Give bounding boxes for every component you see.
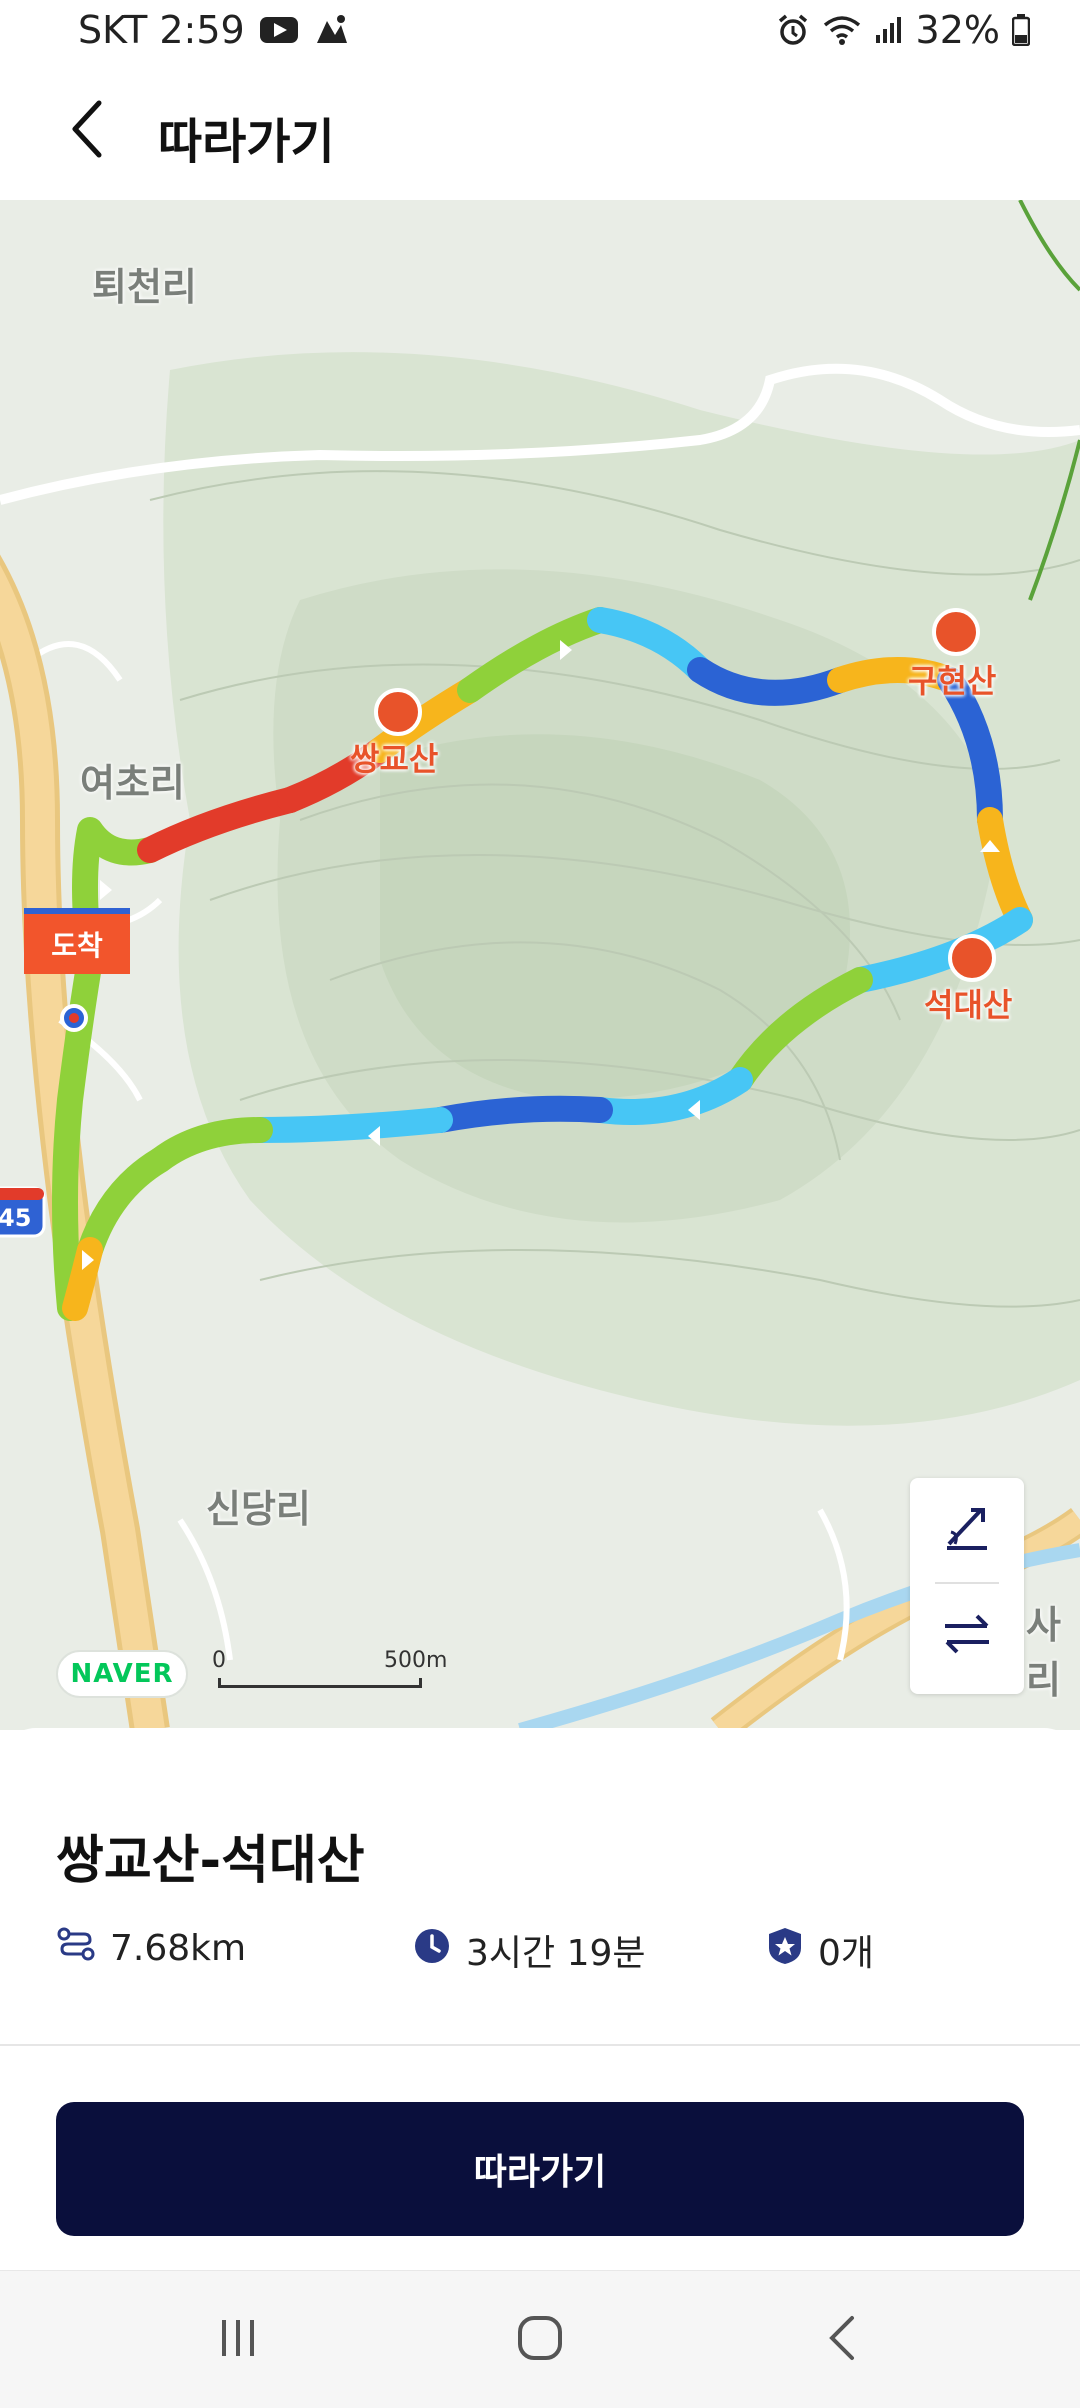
scale-zero: 0 [212,1648,226,1673]
system-back-button[interactable] [782,2305,902,2375]
youtube-icon [259,15,299,45]
status-carrier-time: SKT 2:59 [78,8,245,52]
alarm-icon [776,13,810,47]
home-icon [516,2314,564,2366]
back-icon [822,2314,862,2366]
status-left: SKT 2:59 [78,8,349,52]
place-label-sindang: 신당리 [206,1487,311,1531]
scale-label: 500m [384,1648,448,1673]
sheet-divider [0,2044,1080,2046]
duration-value: 3시간 19분 [466,1933,646,1974]
stat-distance: 7.68km [56,1924,246,1973]
recent-apps-icon [216,2316,260,2364]
recent-apps-button[interactable] [178,2305,298,2375]
badge-count: 0개 [818,1933,875,1974]
battery-percent: 32% [915,8,1000,52]
map-controls [910,1478,1024,1694]
distance-route-icon [56,1924,96,1973]
follow-button[interactable]: 따라가기 [56,2102,1024,2236]
peak-label-guhyeon: 구현산 [908,662,997,700]
route-info-sheet: 쌍교산-석대산 7.68km 3시간 19분 0개 따라가기 [0,1728,1080,2270]
stat-duration: 3시간 19분 [412,1924,646,1976]
app-header: 따라가기 [0,66,1080,200]
app-notification-icon [313,13,349,47]
chevron-left-icon [67,99,107,163]
stat-badges: 0개 [766,1924,874,1976]
wifi-icon [822,14,862,46]
distance-value: 7.68km [110,1928,247,1969]
back-button[interactable] [52,96,122,166]
signal-icon [874,15,904,45]
clock-icon [412,1926,452,1975]
elevation-toggle-button[interactable] [910,1478,1024,1582]
swap-direction-icon [941,1612,993,1660]
route-map[interactable]: 45 퇴천리 여초리 신당리 사리 쌍교산 구현산 석대산 도착 NAVER 0… [0,200,1080,1730]
status-bar: SKT 2:59 32% [0,0,1080,66]
route-stats: 7.68km 3시간 19분 0개 [56,1924,1036,1980]
page-title: 따라가기 [158,114,335,170]
system-nav-bar [0,2270,1080,2408]
peak-label-seokdae: 석대산 [924,986,1013,1024]
route-name: 쌍교산-석대산 [56,1831,365,1891]
map-scale-bar: 0 500m [212,1648,452,1704]
swap-direction-button[interactable] [910,1584,1024,1688]
battery-icon [1012,14,1030,46]
peak-label-ssanggyo: 쌍교산 [350,740,439,778]
home-button[interactable] [480,2305,600,2375]
status-right: 32% [776,8,1030,52]
scale-line [218,1678,422,1688]
place-label-yeocho: 여초리 [80,761,185,805]
elevation-toggle-icon [941,1502,993,1558]
place-label-sa: 사리 [1026,1603,1061,1702]
place-label-tuicheon: 퇴천리 [92,265,197,309]
badge-shield-icon [766,1926,804,1975]
arrival-badge: 도착 [24,908,130,974]
naver-logo: NAVER [56,1650,188,1698]
